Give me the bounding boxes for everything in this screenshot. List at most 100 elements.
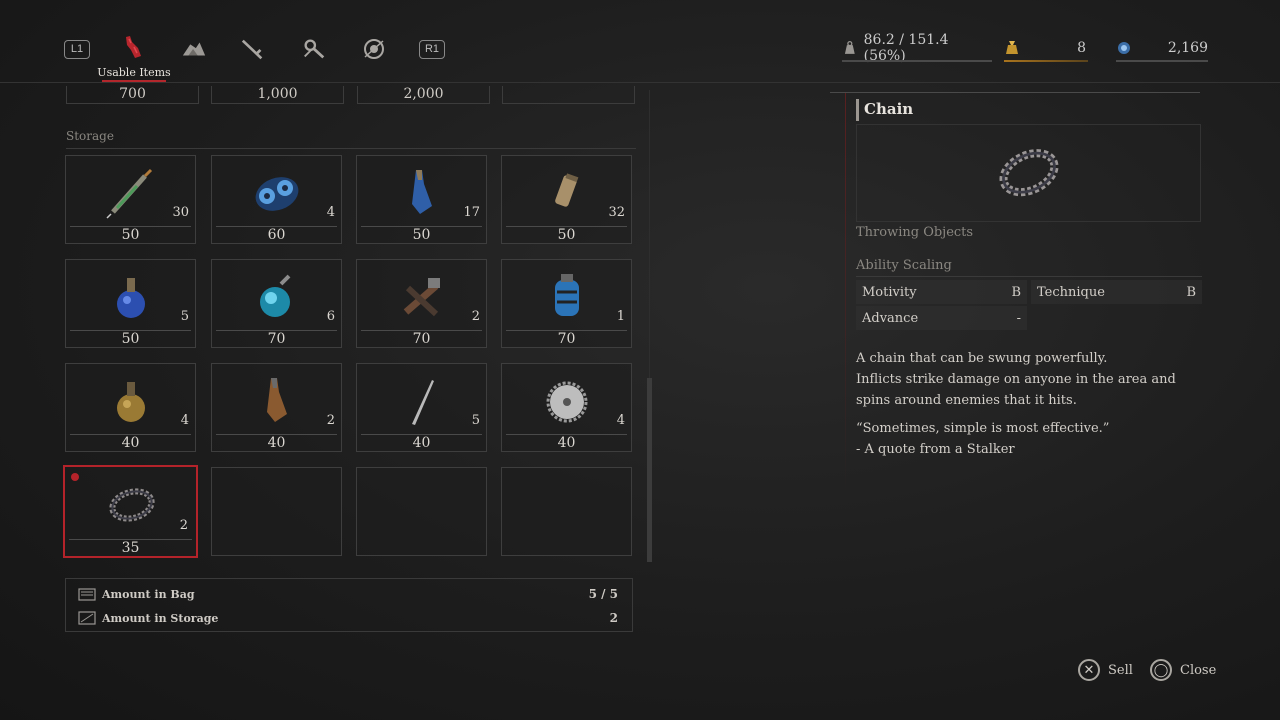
item-preview [856, 124, 1201, 222]
item-slot[interactable]: 32 50 [501, 155, 632, 244]
price-cell[interactable] [502, 86, 635, 104]
item-price: 40 [412, 435, 431, 451]
detail-accent-rule [845, 92, 846, 492]
item-slot[interactable]: 2 40 [211, 363, 342, 452]
item-slot[interactable]: 4 40 [65, 363, 196, 452]
empty-slot[interactable] [501, 467, 632, 556]
item-slot[interactable]: 30 50 [65, 155, 196, 244]
item-count: 2 [471, 309, 480, 324]
item-slot[interactable]: 2 70 [356, 259, 487, 348]
amount-in-storage-row: Amount in Storage 2 [66, 606, 632, 630]
item-count: 5 [180, 309, 189, 324]
usable-items-icon [126, 36, 141, 58]
tab-usable-items[interactable] [120, 36, 146, 58]
price-cell[interactable]: 700 [66, 86, 199, 104]
item-slot[interactable]: 6 70 [211, 259, 342, 348]
item-count: 5 [471, 413, 480, 428]
price-cell[interactable]: 1,000 [211, 86, 344, 104]
amber-flask-icon [117, 382, 145, 422]
gold-count: 8 [1077, 40, 1086, 56]
item-price: 60 [267, 227, 286, 243]
gold-underline [1004, 60, 1088, 62]
description-line: A chain that can be swung powerfully. [856, 351, 1108, 366]
item-slot[interactable]: 17 50 [356, 155, 487, 244]
scaling-stat: Advance [862, 310, 919, 326]
amount-in-storage-label: Amount in Storage [102, 611, 219, 625]
item-price: 70 [267, 331, 286, 347]
scaling-grade: B [1011, 284, 1021, 300]
ergo-orb-icon [1118, 42, 1130, 54]
scrollbar-thumb[interactable] [647, 378, 652, 562]
chain-icon [999, 149, 1059, 197]
amount-in-bag-row: Amount in Bag 5 / 5 [66, 582, 632, 606]
item-slot[interactable]: 1 70 [501, 259, 632, 348]
ability-scaling-label: Ability Scaling [856, 258, 952, 273]
item-price: 35 [121, 540, 140, 556]
blue-disc-bomb-icon [255, 177, 299, 211]
description-line: Inflicts strike damage on anyone in the … [856, 372, 1176, 408]
tab-weapons[interactable] [240, 38, 266, 60]
active-tab-underline [102, 80, 166, 82]
amount-summary: Amount in Bag 5 / 5 Amount in Storage 2 [65, 578, 633, 632]
price-cell[interactable]: 2,000 [357, 86, 490, 104]
quote-attribution: - A quote from a Stalker [856, 442, 1015, 457]
blue-vial-icon [412, 170, 432, 214]
item-count: 2 [179, 518, 188, 533]
sell-button[interactable]: ✕ Sell [1078, 658, 1133, 682]
cross-button-icon: ✕ [1078, 659, 1100, 681]
item-count: 4 [616, 413, 625, 428]
amount-in-storage-value: 2 [609, 611, 618, 625]
item-price: 50 [121, 227, 140, 243]
tab-materials[interactable] [181, 38, 207, 60]
throwing-knife-icon [412, 380, 434, 425]
item-count: 2 [326, 413, 335, 428]
tools-icon [304, 39, 325, 59]
item-count: 30 [172, 205, 189, 220]
divider [856, 276, 1202, 277]
item-quote: “Sometimes, simple is most effective.” -… [856, 418, 1206, 460]
game-inventory-screen: { "header": { "tabs": [ {"icon": "l1-but… [0, 0, 1280, 720]
canister-icon [555, 173, 579, 207]
storage-section-label: Storage [66, 129, 114, 143]
ergo-value: 2,169 [1167, 40, 1208, 56]
crossed-tools-icon [403, 278, 440, 317]
weight-icon [844, 41, 855, 54]
item-price: 70 [412, 331, 431, 347]
top-bar: L1 Usable Items R1 86.2 / 151.4 (56%) 8 … [0, 0, 1280, 83]
ergo-stat: 2,169 [1116, 36, 1208, 60]
storage-icon [78, 611, 96, 625]
weapon-icon [241, 39, 263, 60]
bag-icon [78, 588, 96, 601]
amulet-icon [364, 39, 384, 59]
item-count: 6 [326, 309, 335, 324]
amount-in-bag-value: 5 / 5 [588, 587, 618, 601]
item-slot[interactable]: 4 60 [211, 155, 342, 244]
item-slot[interactable]: 5 40 [356, 363, 487, 452]
title-marker [856, 99, 859, 121]
item-count: 1 [616, 309, 625, 324]
item-price: 40 [121, 435, 140, 451]
close-button[interactable]: ◯ Close [1150, 658, 1216, 682]
r1-label: R1 [419, 39, 445, 59]
item-price: 50 [557, 227, 576, 243]
item-title: Chain [864, 100, 914, 118]
circle-button-icon: ◯ [1150, 659, 1172, 681]
item-slot[interactable]: 5 50 [65, 259, 196, 348]
tab-tools[interactable] [301, 38, 327, 60]
new-item-marker-icon [71, 473, 79, 481]
item-category: Throwing Objects [856, 225, 974, 240]
tab-amulets[interactable] [361, 38, 387, 60]
scaling-stat: Motivity [862, 284, 917, 300]
item-slot[interactable]: 4 40 [501, 363, 632, 452]
electric-jar-icon [555, 274, 579, 316]
close-label: Close [1180, 662, 1217, 678]
item-slot-selected[interactable]: 2 35 [63, 465, 198, 558]
blue-flask-icon [117, 278, 145, 318]
l1-button-badge[interactable]: L1 [64, 38, 90, 60]
l1-label: L1 [64, 39, 90, 59]
scaling-grade: B [1186, 284, 1196, 300]
empty-slot[interactable] [356, 467, 487, 556]
chain-icon [109, 488, 155, 522]
r1-button-badge[interactable]: R1 [419, 38, 445, 60]
empty-slot[interactable] [211, 467, 342, 556]
